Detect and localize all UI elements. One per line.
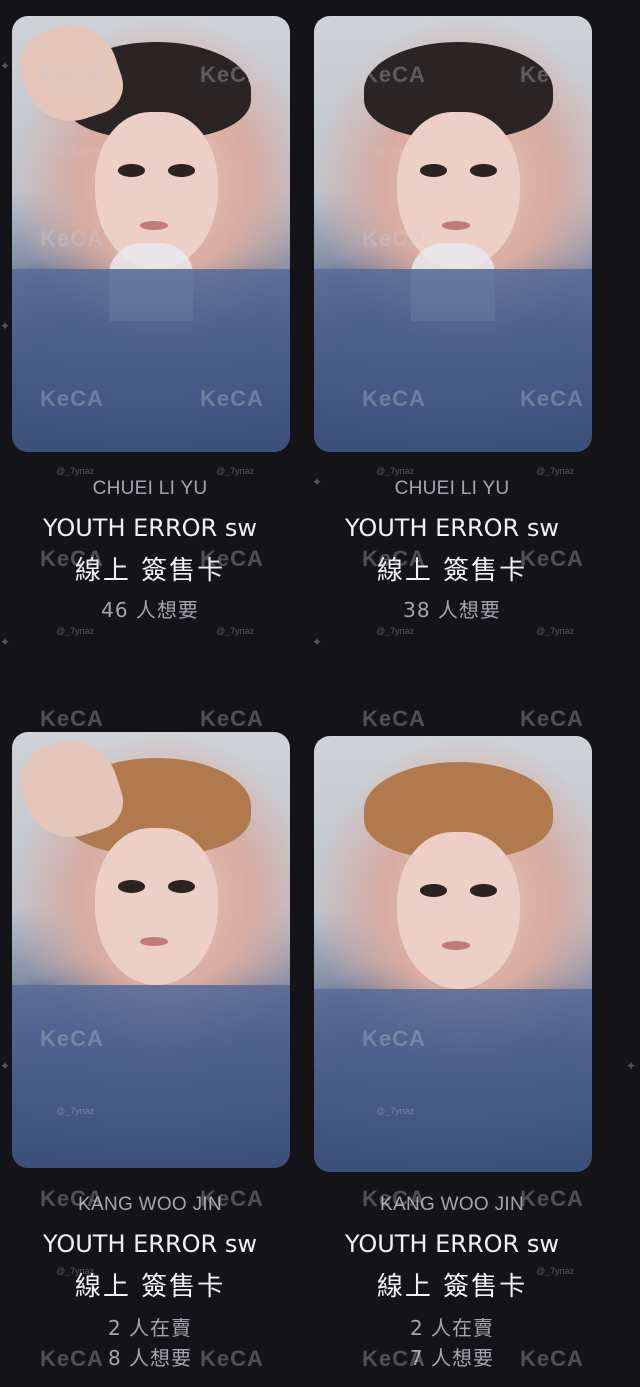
seller-count: 2 人在賣 xyxy=(107,1316,193,1340)
watermark-handle: @_7ynaz xyxy=(216,466,255,476)
watermark-logo: KeCA xyxy=(520,1186,584,1211)
photocard-image xyxy=(314,736,592,1172)
sparkle-icon: ✦ xyxy=(626,1059,637,1073)
watermark-logo: KeCA xyxy=(520,62,584,87)
watermark-logo: KeCA xyxy=(40,546,104,571)
watermark-logo: KeCA xyxy=(40,226,104,251)
watermark-logo: KeCA xyxy=(520,386,584,411)
watermark-handle: @_7ynaz xyxy=(536,466,575,476)
watermark-logo: KeCA xyxy=(40,1026,104,1051)
watermark-logo: KeCA xyxy=(362,1026,426,1051)
photocard-listing[interactable]: KANG WOO JIN YOUTH ERROR sw 線上 簽售卡 2 人在賣… xyxy=(302,700,602,1380)
watermark-logo: KeCA xyxy=(362,226,426,251)
photocard-listing[interactable]: CHUEI LI YU YOUTH ERROR sw 線上 簽售卡 38 人想要 xyxy=(302,0,602,640)
album-title: YOUTH ERROR sw xyxy=(43,514,257,542)
member-name: CHUEI LI YU xyxy=(92,478,208,499)
watermark-logo: KeCA xyxy=(362,546,426,571)
watermark-logo: KeCA xyxy=(362,1186,426,1211)
watermark-logo: KeCA xyxy=(40,386,104,411)
watermark-logo: KeCA xyxy=(362,706,426,731)
watermark-logo: KeCA xyxy=(362,1346,426,1371)
watermark-handle: @_7ynaz xyxy=(376,466,415,476)
watermark-handle: @_7ynaz xyxy=(56,466,95,476)
watermark-logo: KeCA xyxy=(200,1186,264,1211)
want-count: 38 人想要 xyxy=(403,598,501,622)
card-version: 線上 簽售卡 xyxy=(74,1272,226,1302)
want-count: 46 人想要 xyxy=(101,598,199,622)
watermark-logo: KeCA xyxy=(362,62,426,87)
watermark-logo: KeCA xyxy=(40,1186,104,1211)
watermark-handle: @_7ynaz xyxy=(376,146,415,156)
watermark-handle: @_7ynaz xyxy=(56,146,95,156)
watermark-handle: @_7ynaz xyxy=(376,626,415,636)
watermark-logo: KeCA xyxy=(200,62,264,87)
photocard-image xyxy=(12,732,290,1168)
watermark-logo: KeCA xyxy=(520,546,584,571)
watermark-logo: KeCA xyxy=(200,386,264,411)
watermark-handle: @_7ynaz xyxy=(536,1266,575,1276)
watermark-logo: KeCA xyxy=(200,706,264,731)
watermark-logo: KeCA xyxy=(362,386,426,411)
watermark-logo: KeCA xyxy=(520,1346,584,1371)
watermark-handle: @_7ynaz xyxy=(56,626,95,636)
seller-count: 2 人在賣 xyxy=(409,1316,495,1340)
photocard-listing[interactable]: CHUEI LI YU YOUTH ERROR sw 線上 簽售卡 46 人想要 xyxy=(0,0,300,640)
watermark-logo: KeCA xyxy=(520,706,584,731)
album-title: YOUTH ERROR sw xyxy=(345,514,559,542)
watermark-handle: @_7ynaz xyxy=(56,1266,95,1276)
watermark-logo: KeCA xyxy=(200,546,264,571)
watermark-logo: KeCA xyxy=(40,706,104,731)
watermark-logo: KeCA xyxy=(40,1346,104,1371)
album-title: YOUTH ERROR sw xyxy=(345,1230,559,1258)
member-name: CHUEI LI YU xyxy=(394,478,510,499)
watermark-handle: @_7ynaz xyxy=(56,1106,95,1116)
watermark-logo: KeCA xyxy=(40,62,104,87)
album-title: YOUTH ERROR sw xyxy=(43,1230,257,1258)
watermark-handle: @_7ynaz xyxy=(216,626,255,636)
watermark-handle: @_7ynaz xyxy=(536,626,575,636)
watermark-logo: KeCA xyxy=(200,1346,264,1371)
watermark-handle: @_7ynaz xyxy=(376,1106,415,1116)
